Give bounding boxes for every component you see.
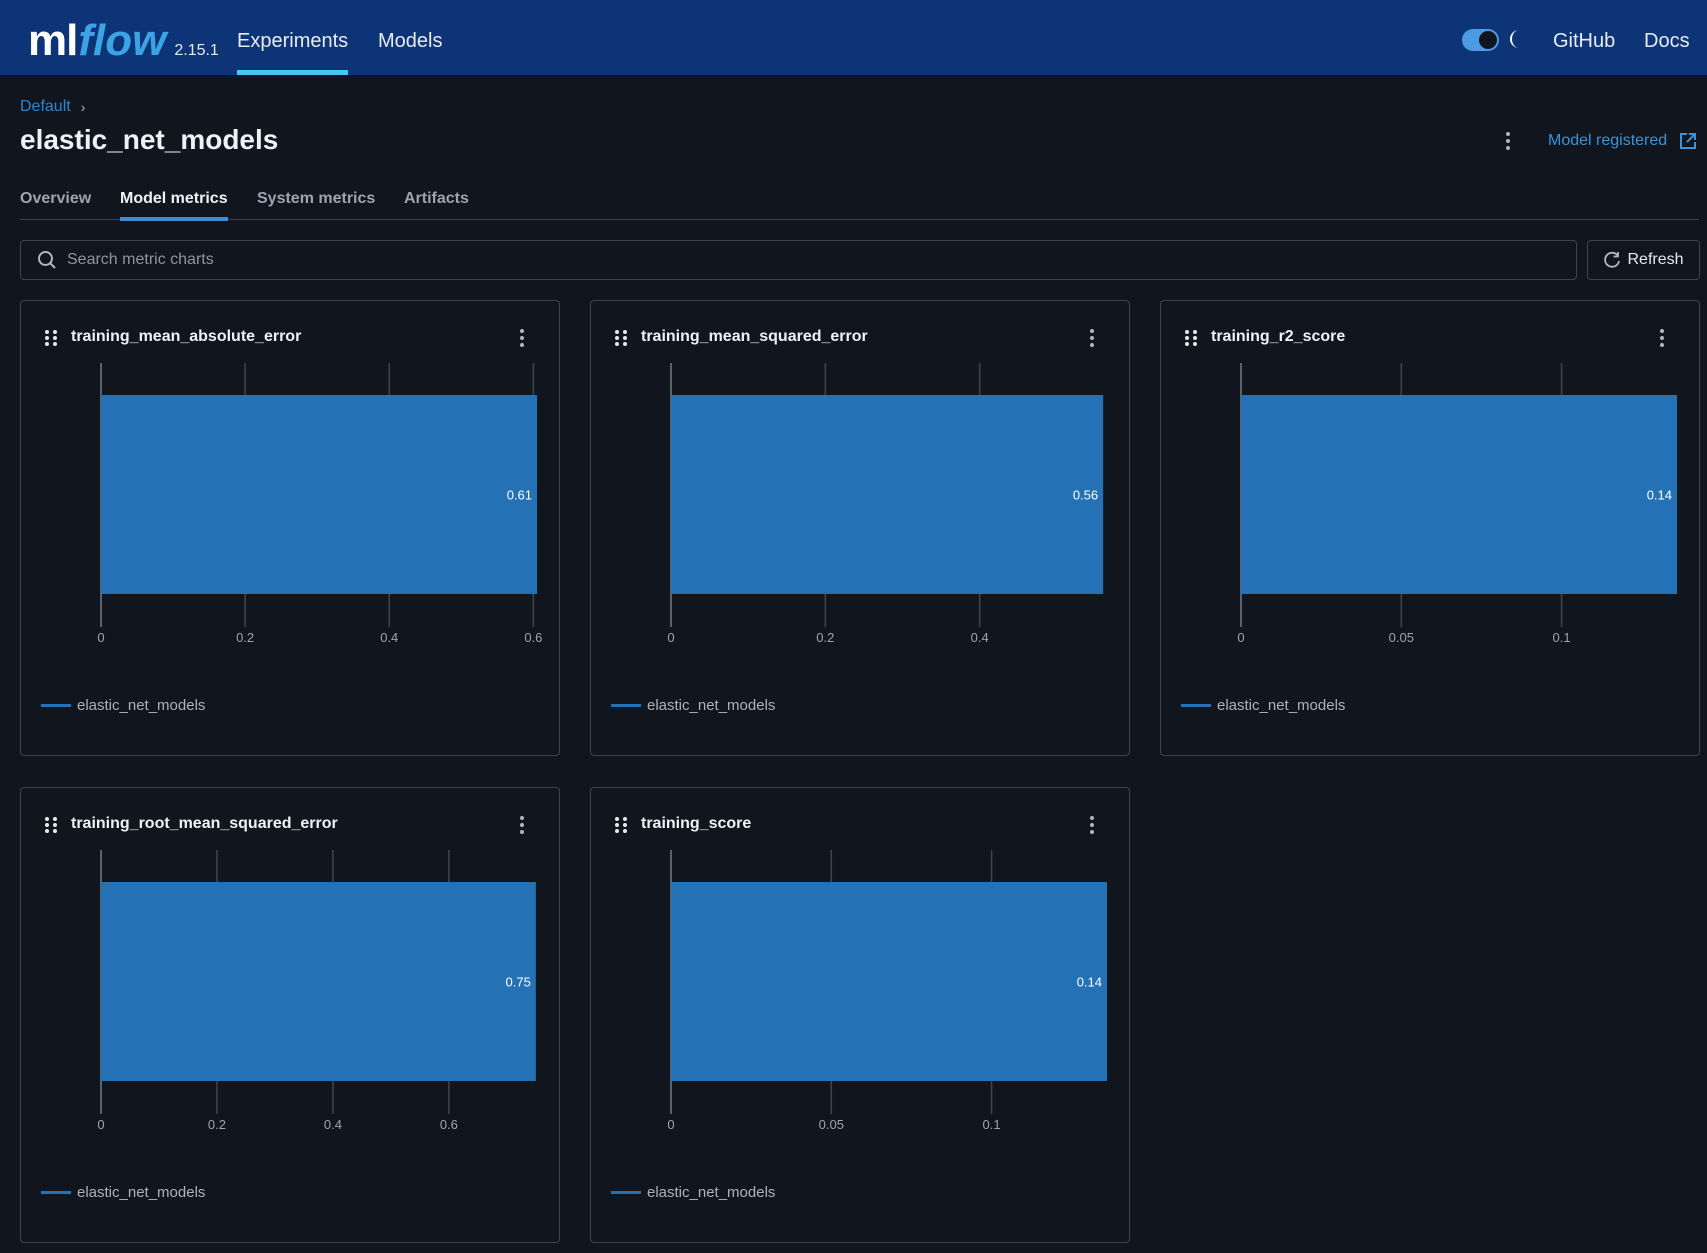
bar-chart: 0 0.2 0.4 0.56 <box>667 363 1104 645</box>
bar-chart: 0 0.05 0.1 0.14 <box>667 850 1107 1132</box>
x-tick-label: 0.05 <box>819 1117 844 1132</box>
nav-experiments[interactable]: Experiments <box>237 0 349 75</box>
breadcrumb: Default › <box>20 98 85 116</box>
search-metric-charts <box>20 240 1577 280</box>
bar-chart: 0 0.2 0.4 0.6 0.61 <box>97 363 542 645</box>
bar[interactable] <box>101 395 537 594</box>
chart-title: training_mean_squared_error <box>641 328 868 345</box>
chevron-right-icon: › <box>80 99 86 115</box>
refresh-icon <box>1604 251 1621 268</box>
drag-handle-icon[interactable] <box>1184 329 1198 347</box>
chart-legend: elastic_net_models <box>611 697 775 714</box>
chart-more-options-icon[interactable] <box>517 327 527 349</box>
chart-legend: elastic_net_models <box>41 1184 205 1201</box>
theme-toggle[interactable] <box>1462 29 1499 51</box>
search-input[interactable] <box>67 251 1576 269</box>
model-registered-label: Model registered <box>1548 132 1668 149</box>
drag-handle-icon[interactable] <box>614 816 628 834</box>
chart-card: 0 0.2 0.4 0.6 0.61 training_mean_absolute_err… <box>20 300 560 756</box>
version-label: 2.15.1 <box>174 42 219 59</box>
tab-overview[interactable]: Overview <box>20 190 91 220</box>
x-tick-label: 0 <box>667 630 674 645</box>
docs-link[interactable]: Docs <box>1644 0 1690 82</box>
page-title: elastic_net_models <box>20 124 279 155</box>
x-tick-label: 0 <box>667 1117 674 1132</box>
legend-label[interactable]: elastic_net_models <box>647 697 775 714</box>
bar-value-label: 0.75 <box>506 975 531 990</box>
x-tick-label: 0 <box>1237 630 1244 645</box>
bar-value-label: 0.14 <box>1647 488 1672 503</box>
drag-handle-icon[interactable] <box>614 329 628 347</box>
moon-icon <box>1510 30 1519 48</box>
legend-swatch <box>1181 704 1211 707</box>
nav-models[interactable]: Models <box>378 0 442 75</box>
bar-value-label: 0.14 <box>1077 975 1102 990</box>
x-tick-label: 0.2 <box>236 630 254 645</box>
chart-card: 0 0.2 0.4 0.6 0.75 training_root_mean_squared… <box>20 787 560 1243</box>
chart-title: training_r2_score <box>1211 328 1346 345</box>
chart-title: training_root_mean_squared_error <box>71 815 338 832</box>
mlflow-logo[interactable]: ml flow 2.15.1 <box>28 10 219 66</box>
breadcrumb-default-link[interactable]: Default <box>20 98 71 116</box>
more-options-icon[interactable] <box>1500 130 1516 152</box>
chart-legend: elastic_net_models <box>41 697 205 714</box>
tab-model-metrics[interactable]: Model metrics <box>120 190 228 221</box>
legend-swatch <box>611 704 641 707</box>
x-tick-label: 0 <box>97 630 104 645</box>
bar-chart: 0 0.2 0.4 0.6 0.75 <box>97 850 536 1132</box>
search-icon <box>38 251 56 269</box>
x-tick-label: 0.4 <box>324 1117 342 1132</box>
run-tabs: Overview Model metrics System metrics Ar… <box>20 190 1699 221</box>
chart-card: 0 0.05 0.1 0.14 training_r2_score elastic_net… <box>1160 300 1700 756</box>
chart-card: 0 0.05 0.1 0.14 training_score elastic_net_mo… <box>590 787 1130 1243</box>
x-tick-label: 0.6 <box>524 630 542 645</box>
drag-handle-icon[interactable] <box>44 816 58 834</box>
legend-swatch <box>41 704 71 707</box>
top-navigation-bar: ml flow 2.15.1 Experiments Models GitHub… <box>0 0 1707 75</box>
chart-title: training_mean_absolute_error <box>71 328 302 345</box>
x-tick-label: 0.05 <box>1389 630 1414 645</box>
bar[interactable] <box>1241 395 1677 594</box>
x-tick-label: 0.4 <box>380 630 398 645</box>
x-tick-label: 0.6 <box>440 1117 458 1132</box>
chart-more-options-icon[interactable] <box>517 814 527 836</box>
chart-more-options-icon[interactable] <box>1087 327 1097 349</box>
legend-label[interactable]: elastic_net_models <box>77 1184 205 1201</box>
bar-value-label: 0.56 <box>1073 488 1098 503</box>
legend-label[interactable]: elastic_net_models <box>647 1184 775 1201</box>
chart-title: training_score <box>641 815 752 832</box>
logo-flow-text: flow <box>78 16 167 65</box>
tab-artifacts[interactable]: Artifacts <box>404 190 469 220</box>
chart-card: 0 0.2 0.4 0.56 training_mean_squared_errorel… <box>590 300 1130 756</box>
refresh-label: Refresh <box>1627 251 1684 268</box>
refresh-button[interactable]: Refresh <box>1587 240 1700 280</box>
bar-chart: 0 0.05 0.1 0.14 <box>1237 363 1677 645</box>
x-tick-label: 0.4 <box>971 630 989 645</box>
logo-ml-text: ml <box>28 16 78 65</box>
chart-legend: elastic_net_models <box>611 1184 775 1201</box>
bar[interactable] <box>671 395 1104 594</box>
chart-more-options-icon[interactable] <box>1657 327 1667 349</box>
legend-swatch <box>41 1191 71 1194</box>
x-tick-label: 0 <box>97 1117 104 1132</box>
bar-value-label: 0.61 <box>507 488 532 503</box>
chart-legend: elastic_net_models <box>1181 697 1345 714</box>
legend-label[interactable]: elastic_net_models <box>1217 697 1345 714</box>
legend-label[interactable]: elastic_net_models <box>77 697 205 714</box>
x-tick-label: 0.1 <box>983 1117 1001 1132</box>
x-tick-label: 0.2 <box>208 1117 226 1132</box>
legend-swatch <box>611 1191 641 1194</box>
x-tick-label: 0.1 <box>1553 630 1571 645</box>
github-link[interactable]: GitHub <box>1553 0 1615 82</box>
external-link-icon <box>1680 133 1697 149</box>
model-registered-link[interactable]: Model registered <box>1548 132 1697 150</box>
drag-handle-icon[interactable] <box>44 329 58 347</box>
toggle-knob <box>1479 31 1497 49</box>
bar[interactable] <box>101 882 536 1081</box>
chart-more-options-icon[interactable] <box>1087 814 1097 836</box>
bar[interactable] <box>671 882 1107 1081</box>
tab-system-metrics[interactable]: System metrics <box>257 190 375 220</box>
x-tick-label: 0.2 <box>816 630 834 645</box>
